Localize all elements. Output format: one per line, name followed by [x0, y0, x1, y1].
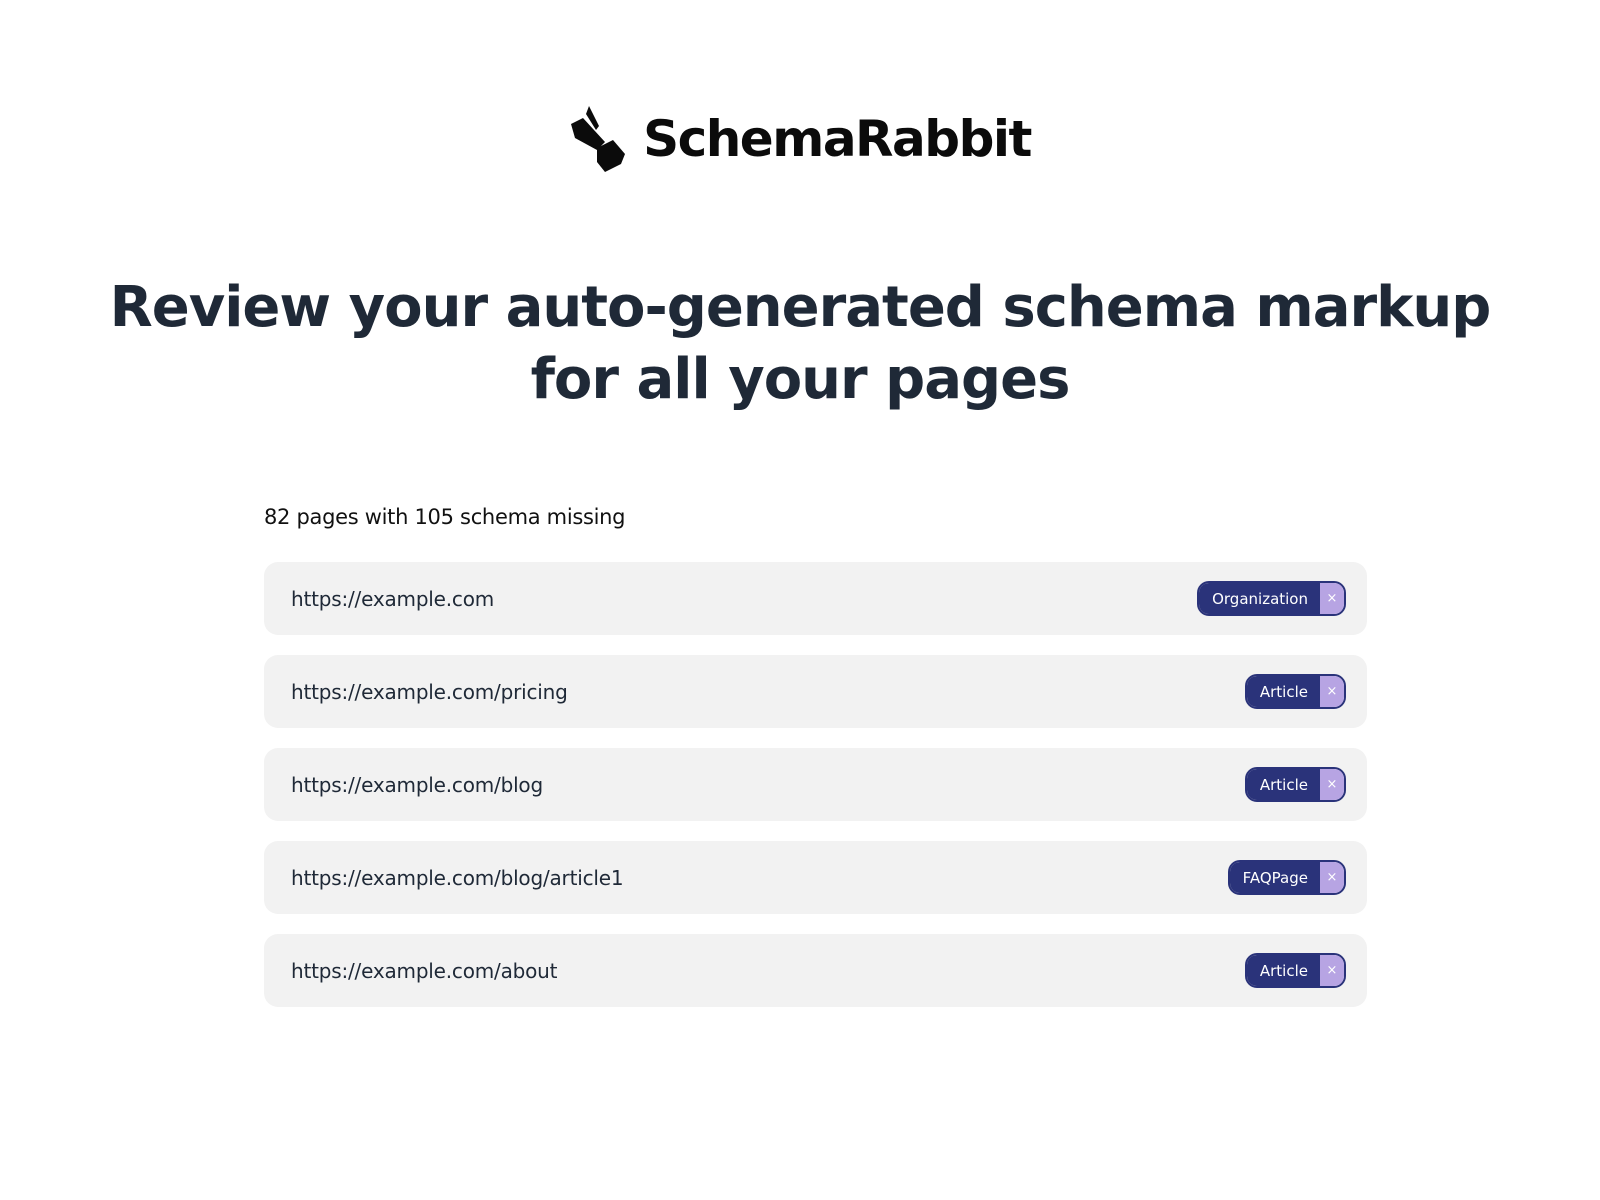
page-url: https://example.com/about [291, 958, 558, 983]
missing-schema-summary: 82 pages with 105 schema missing [264, 505, 626, 529]
schema-tag-label[interactable]: FAQPage [1229, 862, 1320, 893]
page-row[interactable]: https://example.com/pricing Article × [264, 655, 1367, 728]
remove-schema-button[interactable]: × [1320, 769, 1344, 800]
page-row[interactable]: https://example.com/blog Article × [264, 748, 1367, 821]
brand-name: SchemaRabbit [643, 110, 1032, 168]
page-row[interactable]: https://example.com/blog/article1 FAQPag… [264, 841, 1367, 914]
schema-tag-label[interactable]: Organization [1199, 583, 1320, 614]
page-title-line-1: Review your auto-generated schema markup [109, 275, 1492, 340]
schema-tag[interactable]: Article × [1244, 953, 1346, 988]
remove-schema-button[interactable]: × [1320, 583, 1344, 614]
schema-tag[interactable]: Article × [1244, 767, 1346, 802]
rabbit-logo-icon [571, 106, 626, 172]
brand-header: SchemaRabbit [0, 104, 1600, 174]
schema-tag[interactable]: FAQPage × [1227, 860, 1346, 895]
page-row[interactable]: https://example.com/about Article × [264, 934, 1367, 1007]
page: SchemaRabbit Review your auto-generated … [0, 0, 1600, 1200]
page-row[interactable]: https://example.com Organization × [264, 562, 1367, 635]
remove-schema-button[interactable]: × [1320, 862, 1344, 893]
schema-tag[interactable]: Organization × [1197, 581, 1346, 616]
page-list: https://example.com Organization × https… [264, 562, 1367, 1027]
page-url: https://example.com [291, 586, 495, 611]
page-title-line-2: for all your pages [530, 347, 1071, 412]
remove-schema-button[interactable]: × [1320, 676, 1344, 707]
page-url: https://example.com/pricing [291, 679, 568, 704]
schema-tag-label[interactable]: Article [1246, 676, 1320, 707]
page-url: https://example.com/blog/article1 [291, 865, 624, 890]
page-url: https://example.com/blog [291, 772, 543, 797]
schema-tag-label[interactable]: Article [1246, 955, 1320, 986]
remove-schema-button[interactable]: × [1320, 955, 1344, 986]
schema-tag[interactable]: Article × [1244, 674, 1346, 709]
page-title: Review your auto-generated schema markup… [0, 272, 1600, 416]
schema-tag-label[interactable]: Article [1246, 769, 1320, 800]
